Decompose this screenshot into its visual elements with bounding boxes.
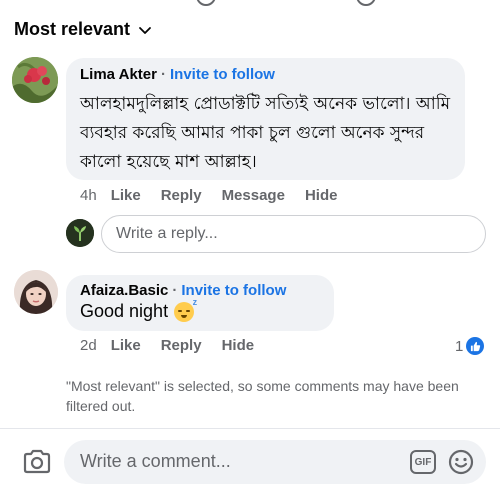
sort-dropdown[interactable]: Most relevant bbox=[14, 19, 152, 40]
reply-button[interactable]: Reply bbox=[161, 337, 202, 354]
comment-placeholder: Write a comment... bbox=[80, 451, 231, 471]
comment-text: আলহামদুলিল্লাহ প্রোডাক্টটি সত্যিই অনেক ভ… bbox=[80, 94, 451, 172]
reaction-count-number: 1 bbox=[455, 337, 464, 355]
reply-placeholder: Write a reply... bbox=[116, 225, 218, 242]
invite-to-follow-link[interactable]: Invite to follow bbox=[170, 66, 275, 83]
comment-input[interactable]: Write a comment... GIF bbox=[64, 440, 486, 484]
gif-label: GIF bbox=[414, 456, 432, 468]
hide-button[interactable]: Hide bbox=[305, 187, 338, 204]
avatar[interactable] bbox=[14, 270, 58, 314]
comment-timestamp[interactable]: 4h bbox=[80, 187, 97, 204]
toolbar-icon-fragment bbox=[196, 0, 216, 6]
comment-header: Afaiza.Basic · Invite to follow bbox=[80, 282, 286, 299]
message-button[interactable]: Message bbox=[222, 187, 285, 204]
sort-label: Most relevant bbox=[14, 19, 131, 39]
thumbs-up-icon bbox=[466, 337, 485, 355]
reply-button[interactable]: Reply bbox=[161, 187, 202, 204]
filter-notice: "Most relevant" is selected, so some com… bbox=[66, 378, 459, 414]
like-button[interactable]: Like bbox=[111, 187, 141, 204]
plant-avatar-image bbox=[66, 219, 94, 247]
toolbar-icon-fragment bbox=[356, 0, 376, 6]
invite-to-follow-link[interactable]: Invite to follow bbox=[181, 282, 286, 299]
comment-author[interactable]: Lima Akter bbox=[80, 66, 157, 83]
reaction-count[interactable]: 1 bbox=[455, 337, 485, 355]
flower-avatar-image bbox=[12, 57, 58, 103]
gif-icon[interactable]: GIF bbox=[410, 450, 436, 474]
comment-timestamp[interactable]: 2d bbox=[80, 337, 97, 354]
chevron-down-icon bbox=[139, 26, 151, 34]
hide-button[interactable]: Hide bbox=[222, 337, 255, 354]
avatar[interactable] bbox=[12, 57, 58, 103]
profile-photo-avatar-image bbox=[14, 270, 58, 314]
divider bbox=[0, 428, 500, 429]
comment-author[interactable]: Afaiza.Basic bbox=[80, 282, 168, 299]
separator-dot: · bbox=[160, 66, 166, 83]
like-button[interactable]: Like bbox=[111, 337, 141, 354]
comment-actions: 4h Like Reply Message Hide bbox=[80, 187, 357, 204]
comment-text-row: Good night z bbox=[80, 297, 197, 322]
camera-icon[interactable] bbox=[22, 447, 52, 477]
current-user-avatar bbox=[66, 219, 94, 247]
smiley-icon[interactable] bbox=[448, 449, 474, 475]
separator-dot: · bbox=[172, 282, 178, 299]
top-toolbar-fragment bbox=[0, 0, 500, 10]
comment-header: Lima Akter · Invite to follow bbox=[80, 66, 275, 83]
comment-text: Good night bbox=[80, 301, 169, 321]
reply-input[interactable]: Write a reply... bbox=[101, 215, 486, 253]
sleeping-face-emoji-icon: z bbox=[174, 297, 197, 322]
comment-actions: 2d Like Reply Hide bbox=[80, 337, 274, 354]
